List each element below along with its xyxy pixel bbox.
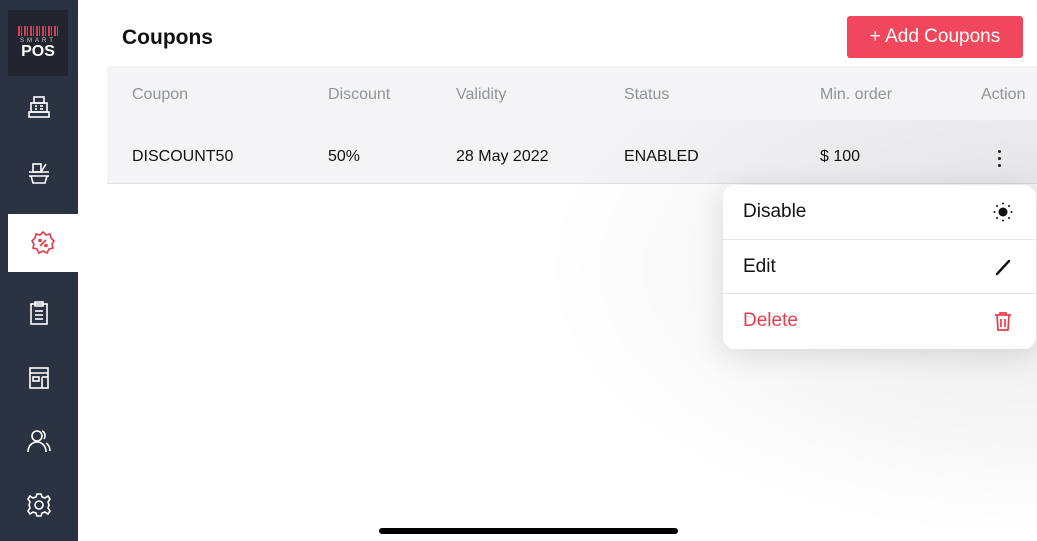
kebab-dot: [997, 163, 1001, 167]
add-coupons-button[interactable]: + Add Coupons: [847, 16, 1023, 58]
users-icon: [27, 430, 51, 453]
trash-icon: [995, 311, 1011, 331]
menu-item-label: Disable: [743, 201, 807, 222]
column-header-min-order: Min. order: [820, 86, 893, 103]
settings-icon: [27, 493, 51, 517]
sidebar-item-register[interactable]: [8, 78, 70, 136]
column-header-validity: Validity: [456, 86, 507, 103]
column-header-coupon: Coupon: [132, 86, 189, 103]
cash-register-icon: [28, 96, 50, 118]
row-actions-button[interactable]: [986, 144, 1012, 172]
app: SMART POS Coupons + Add Coupons Coupon D…: [0, 0, 1037, 541]
sun-icon: [993, 202, 1013, 222]
coupons-table: Coupon Discount Validity Status Min. ord…: [107, 66, 1037, 184]
menu-item-disable[interactable]: Disable: [723, 185, 1036, 239]
page-title: Coupons: [122, 26, 213, 49]
sidebar: SMART POS: [0, 0, 78, 541]
menu-item-label: Edit: [743, 255, 776, 277]
cell-discount: 50%: [328, 148, 361, 165]
cell-coupon-code: DISCOUNT50: [132, 148, 234, 165]
column-header-discount: Discount: [328, 86, 391, 103]
sidebar-item-coupons[interactable]: [8, 214, 78, 272]
column-header-action: Action: [981, 86, 1026, 103]
clipboard-icon: [30, 301, 48, 325]
sidebar-item-users[interactable]: [8, 412, 70, 470]
barcode-icon: [18, 26, 58, 36]
pencil-icon: [995, 259, 1011, 275]
menu-item-label: Delete: [743, 309, 798, 331]
kebab-dot: [997, 156, 1001, 160]
cell-status: ENABLED: [624, 148, 699, 165]
menu-item-delete[interactable]: Delete: [723, 293, 1036, 347]
sidebar-item-store[interactable]: [8, 349, 70, 407]
cell-min-order: $ 100: [820, 148, 861, 165]
store-icon: [29, 367, 49, 389]
kebab-dot: [997, 149, 1001, 153]
sidebar-item-orders[interactable]: [8, 144, 70, 202]
logo-pos-text: POS: [21, 43, 55, 60]
basket-icon: [29, 163, 49, 184]
cell-validity: 28 May 2022: [456, 148, 549, 165]
home-indicator: [379, 528, 678, 534]
discount-badge-icon: [30, 230, 56, 255]
row-action-menu: Disable Edit Delete: [723, 185, 1036, 349]
sidebar-item-settings[interactable]: [8, 476, 70, 534]
column-header-status: Status: [624, 86, 670, 103]
app-logo: SMART POS: [8, 10, 68, 76]
menu-item-edit[interactable]: Edit: [723, 239, 1036, 293]
sidebar-item-reports[interactable]: [8, 284, 70, 342]
